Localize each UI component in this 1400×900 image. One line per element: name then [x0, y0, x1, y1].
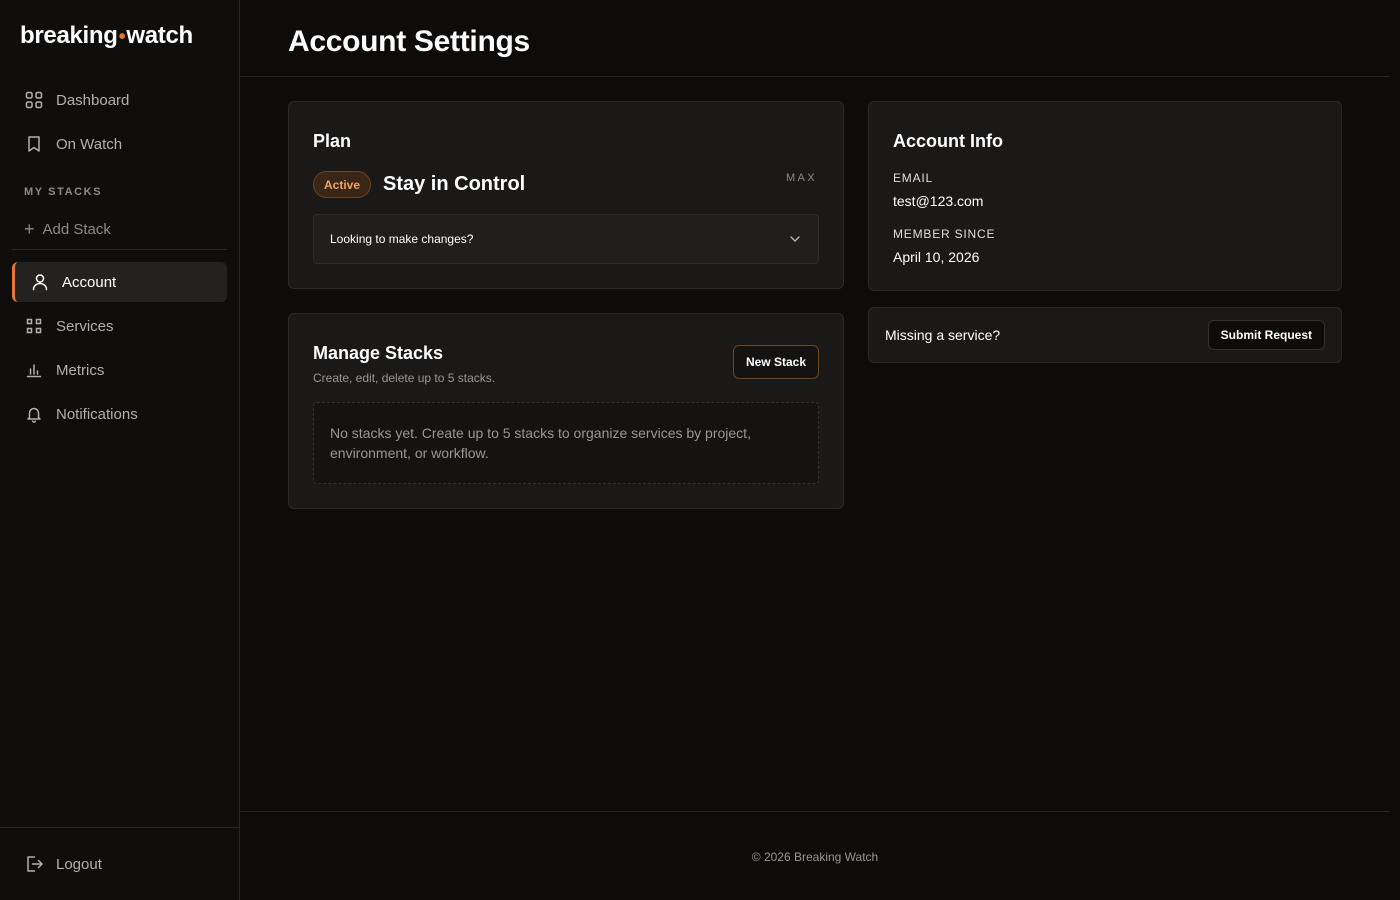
changes-accordion[interactable]: Looking to make changes? — [313, 214, 819, 264]
account-info-title: Account Info — [893, 131, 1003, 151]
sidebar-item-label: On Watch — [56, 135, 123, 153]
account-info-card: Account Info EMAIL test@123.com MEMBER S… — [868, 101, 1342, 291]
logout-label: Logout — [56, 855, 102, 873]
sidebar-item-notifications[interactable]: Notifications — [12, 394, 227, 434]
empty-stacks-message: No stacks yet. Create up to 5 stacks to … — [313, 402, 819, 484]
sidebar: breaking•watch Dashboard On Watch MY STA… — [0, 0, 240, 900]
sidebar-item-label: Metrics — [56, 361, 105, 379]
sidebar-item-services[interactable]: Services — [12, 306, 227, 346]
plan-tier: MAX — [785, 172, 817, 184]
manage-stacks-title: Manage Stacks — [313, 343, 444, 363]
sidebar-item-dashboard[interactable]: Dashboard — [12, 80, 227, 120]
page-title: Account Settings — [288, 25, 530, 58]
manage-stacks-subtitle: Create, edit, delete up to 5 stacks. — [313, 371, 496, 385]
sidebar-item-label: Notifications — [56, 405, 138, 423]
brand-separator: • — [118, 26, 126, 48]
bell-icon — [24, 404, 44, 424]
sidebar-item-label: Dashboard — [56, 91, 130, 109]
user-icon — [30, 272, 50, 292]
grid-icon — [24, 90, 44, 110]
plus-icon: + — [24, 219, 35, 239]
sidebar-item-metrics[interactable]: Metrics — [12, 350, 227, 390]
sidebar-item-label: Account — [62, 273, 117, 291]
brand-part-2: watch — [126, 22, 193, 49]
submit-request-button[interactable]: Submit Request — [1207, 320, 1325, 350]
status-badge: Active — [313, 171, 372, 198]
chevron-down-icon — [790, 236, 800, 242]
plan-card: Plan Active Stay in Control MAX Looking … — [288, 101, 844, 289]
sidebar-item-account[interactable]: Account — [12, 262, 227, 302]
section-label-my-stacks: MY STACKS — [24, 186, 103, 198]
header-divider — [240, 76, 1390, 77]
brand-logo[interactable]: breaking•watch — [20, 22, 193, 50]
logout-button[interactable]: Logout — [24, 853, 102, 875]
member-since-label: MEMBER SINCE — [893, 227, 996, 241]
changes-prompt: Looking to make changes? — [330, 232, 474, 246]
missing-service-card: Missing a service? Submit Request — [868, 307, 1342, 363]
manage-stacks-card: Manage Stacks Create, edit, delete up to… — [288, 313, 844, 509]
footer-copyright: © 2026 Breaking Watch — [751, 850, 879, 864]
footer-divider — [240, 811, 1390, 812]
new-stack-button[interactable]: New Stack — [732, 345, 819, 379]
missing-service-text: Missing a service? — [885, 327, 1001, 343]
logout-icon — [27, 856, 43, 872]
member-since-value: April 10, 2026 — [893, 249, 980, 265]
apps-icon — [24, 316, 44, 336]
sidebar-bottom-divider — [0, 827, 239, 828]
plan-card-title: Plan — [313, 131, 352, 151]
email-value: test@123.com — [893, 193, 984, 209]
sidebar-divider — [12, 249, 227, 250]
bar-chart-icon — [24, 360, 44, 380]
sidebar-item-label: Services — [56, 317, 114, 335]
add-stack-label: Add Stack — [42, 220, 111, 238]
add-stack-button[interactable]: + Add Stack — [24, 219, 111, 239]
brand-part-1: breaking — [20, 22, 118, 49]
plan-name: Stay in Control — [383, 173, 526, 195]
sidebar-item-on-watch[interactable]: On Watch — [12, 124, 227, 164]
bookmark-icon — [24, 134, 44, 154]
email-label: EMAIL — [893, 171, 934, 185]
